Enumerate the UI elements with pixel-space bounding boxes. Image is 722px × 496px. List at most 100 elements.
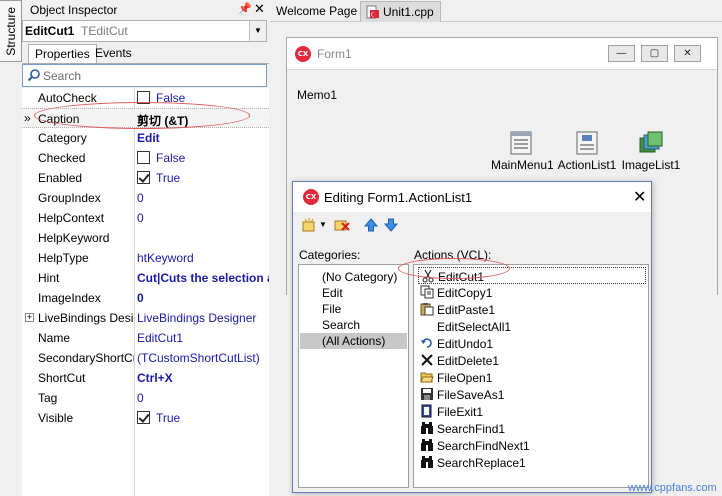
property-name: GroupIndex [38, 191, 101, 205]
editor-tab-bar: Welcome Page C Unit1.cpp [270, 0, 722, 22]
property-value[interactable]: True [137, 171, 269, 185]
property-value[interactable]: htKeyword [137, 251, 269, 265]
new-action-icon[interactable] [301, 217, 317, 233]
property-value[interactable]: 0 [137, 211, 269, 225]
property-row[interactable]: Tag 0 [22, 388, 269, 408]
property-value-text: htKeyword [137, 251, 194, 265]
property-name: Visible [38, 411, 74, 425]
property-value-text: 0 [137, 211, 144, 225]
action-item[interactable]: EditUndo1 [418, 335, 646, 352]
property-value[interactable]: False [137, 151, 269, 165]
delete-action-icon[interactable] [333, 217, 351, 233]
property-name: Hint [38, 271, 60, 285]
chevron-down-icon[interactable]: ▼ [319, 220, 327, 236]
save-icon [420, 387, 434, 401]
action-item[interactable]: SearchFindNext1 [418, 437, 646, 454]
property-value-text: (TCustomShortCutList) [137, 351, 260, 365]
action-item[interactable]: EditDelete1 [418, 352, 646, 369]
close-icon[interactable]: ✕ [674, 45, 701, 62]
structure-tab-label: Structure [3, 6, 18, 56]
action-list-icon [574, 130, 600, 156]
property-name: ImageIndex [38, 291, 101, 305]
category-item[interactable]: (No Category) [300, 269, 407, 285]
property-name: Enabled [38, 171, 83, 185]
action-label: FileOpen1 [437, 371, 493, 385]
memo1-component[interactable]: Memo1 [297, 88, 337, 102]
tab-welcome-page[interactable]: Welcome Page [276, 4, 357, 18]
property-row[interactable]: GroupIndex 0 [22, 188, 269, 208]
category-item[interactable]: File [300, 301, 407, 317]
action-label: EditCopy1 [437, 286, 493, 300]
structure-tab[interactable]: Structure [0, 0, 22, 62]
property-value-text: 0 [137, 291, 144, 305]
close-icon[interactable]: ✕ [633, 187, 646, 207]
property-name: HelpKeyword [38, 231, 110, 245]
property-row[interactable]: Checked False [22, 148, 269, 168]
checkbox[interactable] [137, 171, 150, 184]
property-value[interactable]: EditCut1 [137, 331, 269, 345]
chevron-down-icon[interactable]: ▼ [249, 21, 266, 41]
action-item[interactable]: EditCopy1 [418, 284, 646, 301]
arrow-up-icon[interactable] [363, 217, 379, 233]
action-item[interactable]: SearchFind1 [418, 420, 646, 437]
checkbox[interactable] [137, 411, 150, 424]
property-value[interactable]: 0 [137, 391, 269, 405]
property-row[interactable]: Hint Cut|Cuts the selection a [22, 268, 269, 288]
tab-properties[interactable]: Properties [28, 44, 97, 64]
action-item[interactable]: SearchReplace1 [418, 454, 646, 471]
property-value[interactable]: (TCustomShortCutList) [137, 351, 269, 365]
form1-title-bar: CX Form1 — ▢ ✕ [287, 38, 717, 68]
imagelist1-component[interactable]: ImageList1 [621, 130, 681, 172]
property-value[interactable]: Ctrl+X [137, 371, 269, 385]
tab-unit1-cpp[interactable]: C Unit1.cpp [360, 1, 441, 22]
category-item[interactable]: Search [300, 317, 407, 333]
property-name: LiveBindings Designer [38, 311, 134, 325]
action-item[interactable]: EditSelectAll1 [418, 318, 646, 335]
property-value[interactable]: LiveBindings Designer [137, 311, 269, 325]
binoculars-icon [420, 455, 434, 469]
property-row[interactable]: Category Edit [22, 128, 269, 148]
action-label: FileSaveAs1 [437, 388, 505, 402]
action-item[interactable]: FileExit1 [418, 403, 646, 420]
minimize-icon[interactable]: — [608, 45, 635, 62]
highlight-ellipse-editcut1 [398, 258, 510, 279]
categories-list: (No Category) Edit File Search (All Actions) [298, 264, 409, 488]
property-row[interactable]: ShortCut Ctrl+X [22, 368, 269, 388]
checkbox[interactable] [137, 151, 150, 164]
mainmenu1-component[interactable]: MainMenu1 [491, 130, 554, 172]
search-input[interactable]: Search [22, 64, 267, 87]
action-label: EditUndo1 [437, 337, 494, 351]
property-value[interactable]: 0 [137, 291, 269, 305]
property-row[interactable]: Enabled True [22, 168, 269, 188]
property-row[interactable]: Visible True [22, 408, 269, 428]
action-item[interactable]: FileOpen1 [418, 369, 646, 386]
arrow-down-icon[interactable] [383, 217, 399, 233]
property-row[interactable]: Name EditCut1 [22, 328, 269, 348]
property-row[interactable]: HelpKeyword [22, 228, 269, 248]
property-row[interactable]: HelpType htKeyword [22, 248, 269, 268]
expand-icon[interactable]: + [25, 313, 34, 322]
tab-events[interactable]: Events [89, 44, 138, 63]
close-icon[interactable]: ✕ [254, 1, 265, 17]
category-item[interactable]: Edit [300, 285, 407, 301]
pin-icon[interactable]: 📌 [238, 2, 252, 15]
property-row[interactable]: ImageIndex 0 [22, 288, 269, 308]
dialog-title: Editing Form1.ActionList1 [324, 190, 473, 205]
maximize-icon[interactable]: ▢ [641, 45, 668, 62]
property-row[interactable]: HelpContext 0 [22, 208, 269, 228]
component-selector[interactable]: EditCut1 TEditCut ▼ [22, 20, 267, 42]
property-name: ShortCut [38, 371, 86, 385]
property-value[interactable]: Cut|Cuts the selection a [137, 271, 269, 285]
property-value[interactable]: Edit [137, 131, 269, 145]
property-value-text: EditCut1 [137, 331, 184, 345]
action-item[interactable]: FileSaveAs1 [418, 386, 646, 403]
property-value[interactable]: True [137, 411, 269, 425]
property-row[interactable]: + LiveBindings DesignerLiveBindings Desig… [22, 308, 269, 328]
action-label: SearchReplace1 [437, 456, 526, 470]
actionlist1-component[interactable]: ActionList1 [557, 130, 617, 172]
category-item[interactable]: (All Actions) [300, 333, 407, 349]
copy-icon [420, 285, 434, 299]
action-item[interactable]: EditPaste1 [418, 301, 646, 318]
property-row[interactable]: SecondaryShortCuts(TCustomShortCutList) [22, 348, 269, 368]
property-value[interactable]: 0 [137, 191, 269, 205]
